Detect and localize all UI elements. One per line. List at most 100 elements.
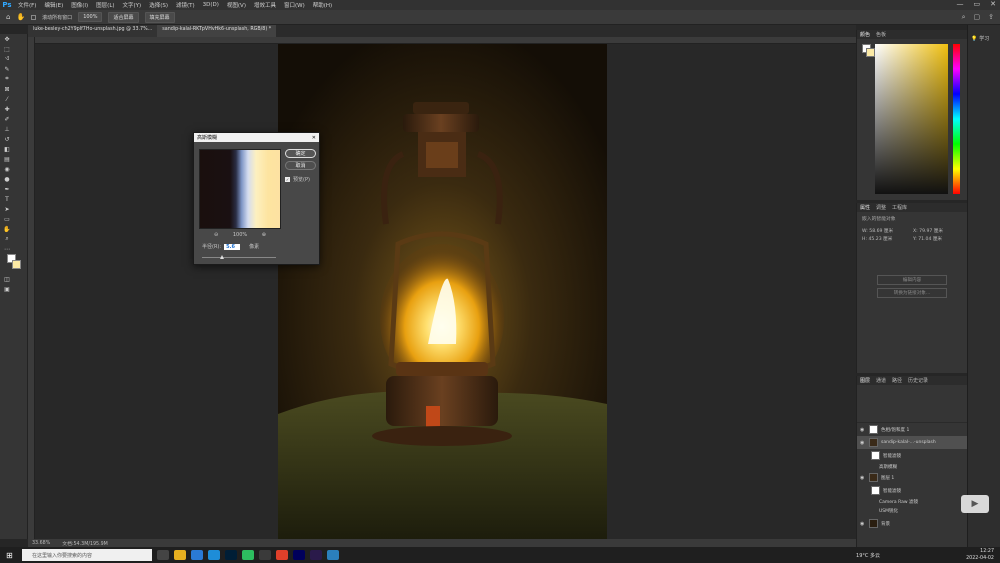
- tab-layers[interactable]: 图层: [860, 377, 870, 384]
- edit-contents-button[interactable]: 编辑内容: [877, 275, 947, 285]
- wechat-icon[interactable]: [242, 550, 254, 560]
- cancel-button[interactable]: 取消: [285, 161, 316, 170]
- menu-file[interactable]: 文件(F): [18, 1, 36, 9]
- menu-filter[interactable]: 滤镜(T): [176, 1, 195, 9]
- hand-icon[interactable]: ✋: [0, 224, 14, 234]
- home-icon[interactable]: ⌂: [6, 13, 10, 21]
- layer-row[interactable]: USM锐化: [857, 504, 967, 517]
- eye-icon[interactable]: ◉: [860, 475, 866, 481]
- menu-image[interactable]: 图像(I): [71, 1, 88, 9]
- radius-slider-track[interactable]: [202, 257, 276, 258]
- tab-properties[interactable]: 属性: [860, 204, 870, 211]
- menu-window[interactable]: 窗口(W): [284, 1, 305, 9]
- tab-paths[interactable]: 路径: [892, 377, 902, 384]
- tab-adjustments[interactable]: 调整: [876, 204, 886, 211]
- frame-tool-icon[interactable]: ⊠: [0, 84, 14, 94]
- canvas-area[interactable]: [35, 44, 856, 539]
- convert-linked-button[interactable]: 转换为链接对象...: [877, 288, 947, 298]
- panel-background-color[interactable]: [866, 48, 875, 57]
- photoshop-active-icon[interactable]: [327, 550, 339, 560]
- tab-history[interactable]: 历史记录: [908, 377, 928, 384]
- color-field[interactable]: [875, 44, 948, 194]
- preview-checkbox[interactable]: ✓: [285, 177, 290, 182]
- lasso-tool-icon[interactable]: ଏ: [0, 54, 14, 64]
- tab-channels[interactable]: 通道: [876, 377, 886, 384]
- photoshop-logo-icon[interactable]: Ps: [0, 0, 14, 10]
- pen-tool-icon[interactable]: ✒: [0, 184, 14, 194]
- prop-y[interactable]: Y: 71.04 厘米: [913, 236, 962, 242]
- radius-input[interactable]: 5.6: [224, 243, 241, 250]
- learn-button[interactable]: 💡 学习: [968, 25, 1000, 52]
- move-tool-icon[interactable]: ✥: [0, 34, 14, 44]
- status-zoom[interactable]: 33.68%: [32, 541, 50, 546]
- edge-icon[interactable]: [208, 550, 220, 560]
- menu-plugins[interactable]: 增效工具: [254, 1, 276, 9]
- screen-mode-icon[interactable]: ▣: [0, 284, 14, 294]
- quick-select-tool-icon[interactable]: ✎: [0, 64, 14, 74]
- shape-tool-icon[interactable]: ▭: [0, 214, 14, 224]
- stamp-tool-icon[interactable]: ⊥: [0, 124, 14, 134]
- menu-view[interactable]: 视图(V): [227, 1, 246, 9]
- gradient-tool-icon[interactable]: ▤: [0, 154, 14, 164]
- dodge-tool-icon[interactable]: ●: [0, 174, 14, 184]
- media-encoder-icon[interactable]: [310, 550, 322, 560]
- prop-h[interactable]: H: 45.23 厘米: [862, 236, 911, 242]
- dialog-close-icon[interactable]: ✕: [312, 135, 316, 141]
- eraser-tool-icon[interactable]: ◧: [0, 144, 14, 154]
- zoom-tool-icon[interactable]: ⌕: [0, 234, 14, 244]
- layer-row[interactable]: ◉ 色相/饱和度 1: [857, 423, 967, 436]
- scroll-all-checkbox[interactable]: [31, 14, 37, 20]
- color-swatches[interactable]: [0, 254, 27, 274]
- radius-slider-handle[interactable]: [220, 255, 224, 259]
- fit-screen-button[interactable]: 适合屏幕: [108, 11, 139, 23]
- workspace-icon[interactable]: ▢: [974, 13, 981, 22]
- task-view-icon[interactable]: [157, 550, 169, 560]
- tab-doc-1[interactable]: luke-besley-ch2Y9pIf7Ho-unsplash.jpg @ 3…: [28, 25, 158, 37]
- share-icon[interactable]: ⇪: [988, 13, 994, 22]
- minimize-icon[interactable]: —: [957, 0, 964, 8]
- path-select-icon[interactable]: ➤: [0, 204, 14, 214]
- photoshop-taskbar-icon[interactable]: [225, 550, 237, 560]
- tab-color[interactable]: 颜色: [860, 31, 870, 38]
- layer-row[interactable]: ◉ sandip-kalal-...-unsplash: [857, 436, 967, 449]
- eye-icon[interactable]: ◉: [860, 427, 866, 433]
- mail-icon[interactable]: [191, 550, 203, 560]
- brush-tool-icon[interactable]: ✐: [0, 114, 14, 124]
- play-video-icon[interactable]: ▶: [961, 495, 989, 513]
- hue-slider[interactable]: [953, 44, 960, 194]
- taskbar-search-input[interactable]: 在这里输入你要搜索的内容: [22, 549, 152, 561]
- tab-doc-2[interactable]: sandip-kalal-RKTpVHvHk6-unsplash, RGB/8)…: [157, 25, 277, 37]
- marquee-tool-icon[interactable]: ⬚: [0, 44, 14, 54]
- crop-tool-icon[interactable]: ⌗: [0, 74, 14, 84]
- eye-icon[interactable]: ◉: [860, 521, 866, 527]
- maximize-icon[interactable]: ▭: [974, 0, 981, 8]
- weather-text[interactable]: 19°C 多云: [856, 552, 880, 559]
- menu-select[interactable]: 选择(S): [149, 1, 168, 9]
- zoom-100-button[interactable]: 100%: [78, 12, 103, 22]
- zoom-in-icon[interactable]: ⊕: [262, 232, 266, 238]
- after-effects-icon[interactable]: [293, 550, 305, 560]
- blur-preview[interactable]: [199, 149, 281, 229]
- healing-tool-icon[interactable]: ✚: [0, 104, 14, 114]
- fill-screen-button[interactable]: 填充屏幕: [144, 11, 175, 23]
- zoom-out-icon[interactable]: ⊖: [214, 232, 218, 238]
- menu-type[interactable]: 文字(Y): [123, 1, 142, 9]
- hand-tool-icon[interactable]: ✋: [16, 13, 25, 21]
- blur-tool-icon[interactable]: ◉: [0, 164, 14, 174]
- app-icon[interactable]: [259, 550, 271, 560]
- tab-libraries[interactable]: 工程库: [892, 204, 907, 211]
- tab-swatches[interactable]: 色板: [876, 31, 886, 38]
- type-tool-icon[interactable]: T: [0, 194, 14, 204]
- menu-3d[interactable]: 3D(D): [203, 2, 219, 8]
- eye-icon[interactable]: ◉: [860, 440, 866, 446]
- background-color[interactable]: [12, 260, 21, 269]
- eyedropper-tool-icon[interactable]: ⁄: [0, 94, 14, 104]
- windows-start-icon[interactable]: ⊞: [6, 551, 13, 560]
- close-icon[interactable]: ✕: [990, 0, 996, 8]
- history-brush-icon[interactable]: ↺: [0, 134, 14, 144]
- prop-w[interactable]: W: 58.69 厘米: [862, 228, 911, 234]
- prop-x[interactable]: X: 79.97 厘米: [913, 228, 962, 234]
- search-icon[interactable]: ⌕: [962, 13, 966, 22]
- chrome-icon[interactable]: [276, 550, 288, 560]
- more-tools-icon[interactable]: ⋯: [0, 244, 14, 254]
